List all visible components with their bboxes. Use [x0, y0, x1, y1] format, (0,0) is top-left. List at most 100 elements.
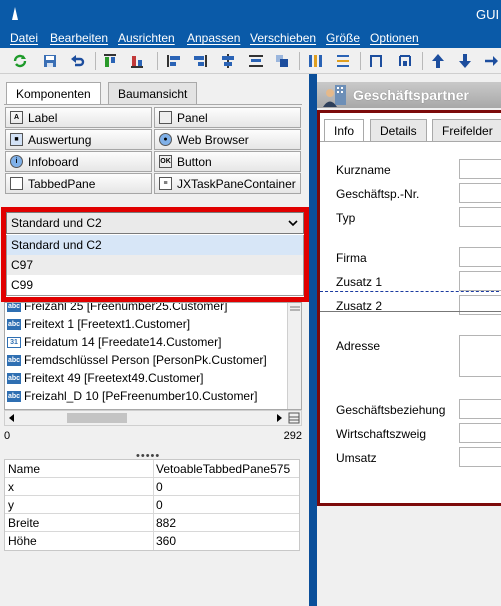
typ-field[interactable] [459, 207, 501, 227]
table-row: Höhe 360 [5, 532, 299, 550]
palette-infoboard-button[interactable]: i Infoboard [5, 151, 152, 172]
firma-field[interactable] [459, 247, 501, 267]
abc-icon: abc [7, 372, 21, 384]
title-bar: GUI [0, 0, 501, 28]
tab-details[interactable]: Details [370, 119, 427, 141]
form-frame: Info Details Freifelder Kurzname Geschäf… [317, 110, 501, 506]
property-value[interactable]: VetoableTabbedPane575 [156, 462, 290, 476]
palette-label-button[interactable]: A Label [5, 107, 152, 128]
toolbar-separator [360, 52, 361, 70]
list-item[interactable]: abc Freitext 49 [Freetext49.Customer] [7, 369, 203, 387]
combo-option[interactable]: Standard und C2 [7, 235, 303, 255]
tab-komponenten[interactable]: Komponenten [6, 82, 101, 105]
arrow-down-icon[interactable] [455, 51, 475, 71]
variant-combobox[interactable]: Standard und C2 [6, 212, 304, 234]
wirtschaftszweig-field[interactable] [459, 423, 501, 443]
list-item-label: Freitext 1 [Freetext1.Customer] [24, 317, 191, 331]
toolbar-separator [157, 52, 158, 70]
property-value[interactable]: 882 [156, 516, 176, 530]
abc-icon: abc [7, 390, 21, 402]
palette-webbrowser-button[interactable]: ● Web Browser [154, 129, 301, 150]
grid-icon[interactable] [288, 412, 300, 424]
combo-option[interactable]: C99 [7, 275, 303, 295]
menu-anpassen[interactable]: Anpassen [187, 31, 240, 45]
combo-option[interactable]: C97 [7, 255, 303, 275]
list-item[interactable]: abc Freizahl_D 10 [PeFreenumber10.Custom… [7, 387, 257, 405]
lock-icon[interactable] [395, 51, 415, 71]
bring-front-icon[interactable] [272, 51, 292, 71]
horizontal-scrollbar[interactable] [4, 410, 302, 426]
geschaeftsbeziehung-field[interactable] [459, 399, 501, 419]
menu-verschieben[interactable]: Verschieben [250, 31, 316, 45]
abc-icon: abc [7, 318, 21, 330]
property-key: y [8, 498, 14, 512]
highlight-frame: Standard und C2 Standard und C2 C97 C99 [1, 207, 309, 302]
tab-baumansicht[interactable]: Baumansicht [108, 82, 198, 104]
umsatz-field[interactable] [459, 447, 501, 467]
menu-ausrichten[interactable]: Ausrichten [118, 31, 175, 45]
tab-order-icon[interactable] [481, 51, 501, 71]
calendar-icon: 31 [7, 336, 21, 348]
scroll-min-value: 0 [4, 430, 11, 442]
scroll-range: 0 292 [4, 428, 302, 444]
adresse-field[interactable] [459, 335, 501, 377]
table-row: x 0 [5, 478, 299, 496]
distribute-icon[interactable] [246, 51, 266, 71]
align-center-icon[interactable] [218, 51, 238, 71]
list-item[interactable]: abc Fremdschlüssel Person [PersonPk.Cust… [7, 351, 267, 369]
menu-bearbeiten[interactable]: Bearbeiten [50, 31, 108, 45]
move-up-icon[interactable] [366, 51, 386, 71]
label-adresse: Adresse [336, 339, 381, 353]
list-item[interactable]: abc Freitext 1 [Freetext1.Customer] [7, 315, 190, 333]
zusatz-2-field[interactable] [459, 295, 501, 315]
scroll-thumb[interactable] [67, 413, 127, 423]
palette-taskpane-button[interactable]: ≡ JXTaskPaneContainer [154, 173, 301, 194]
send-back-icon[interactable] [305, 51, 325, 71]
label-umsatz: Umsatz [336, 451, 377, 465]
align-top-icon[interactable] [100, 51, 120, 71]
property-value[interactable]: 0 [156, 480, 163, 494]
save-icon[interactable] [40, 51, 60, 71]
list-item[interactable]: abc Freizahl 25 [Freenumber25.Customer] [7, 302, 228, 315]
table-row: y 0 [5, 496, 299, 514]
menu-datei[interactable]: Datei [10, 31, 38, 45]
kurzname-field[interactable] [459, 159, 501, 179]
undo-icon[interactable] [68, 51, 88, 71]
business-partner-icon [323, 85, 346, 107]
palette-tabbedpane-button[interactable]: TabbedPane [5, 173, 152, 194]
arrow-up-icon[interactable] [428, 51, 448, 71]
align-right-icon[interactable] [190, 51, 210, 71]
zusatz-1-field[interactable] [459, 271, 501, 291]
refresh-icon[interactable] [10, 51, 30, 71]
palette-item-label: Auswertung [28, 132, 92, 147]
list-item-label: Freizahl 25 [Freenumber25.Customer] [24, 302, 228, 313]
scroll-max-value: 292 [283, 430, 302, 442]
palette-button-button[interactable]: OK Button [154, 151, 301, 172]
property-value[interactable]: 360 [156, 534, 176, 548]
scroll-grip-icon [290, 306, 300, 311]
list-item[interactable]: 31 Freidatum 14 [Freedate14.Customer] [7, 333, 221, 351]
align-bottom-icon[interactable] [127, 51, 147, 71]
label-typ: Typ [336, 211, 356, 225]
palette-panel-button[interactable]: Panel [154, 107, 301, 128]
tab-info[interactable]: Info [324, 119, 365, 142]
tab-freifelder[interactable]: Freifelder [432, 119, 501, 141]
palette-item-label: JXTaskPaneContainer [177, 176, 296, 191]
property-value[interactable]: 0 [156, 498, 163, 512]
selection-guide [320, 291, 501, 292]
align-left-icon[interactable] [164, 51, 184, 71]
menu-groesse[interactable]: Größe [326, 31, 360, 45]
geschaeftsp-nr-field[interactable] [459, 183, 501, 203]
label-wirtschaftszweig: Wirtschaftszweig [336, 427, 427, 441]
abc-icon: abc [7, 354, 21, 366]
size-icon[interactable] [333, 51, 353, 71]
toolbar-separator [299, 52, 300, 70]
chart-icon: ■ [10, 133, 23, 146]
palette-auswertung-button[interactable]: ■ Auswertung [5, 129, 152, 150]
list-item-label: Fremdschlüssel Person [PersonPk.Customer… [24, 353, 267, 367]
menu-optionen[interactable]: Optionen [370, 31, 419, 45]
info-icon: i [10, 155, 23, 168]
combo-selected-value: Standard und C2 [11, 216, 102, 230]
vertical-scrollbar[interactable] [287, 303, 301, 409]
palette-item-label: Web Browser [177, 132, 249, 147]
